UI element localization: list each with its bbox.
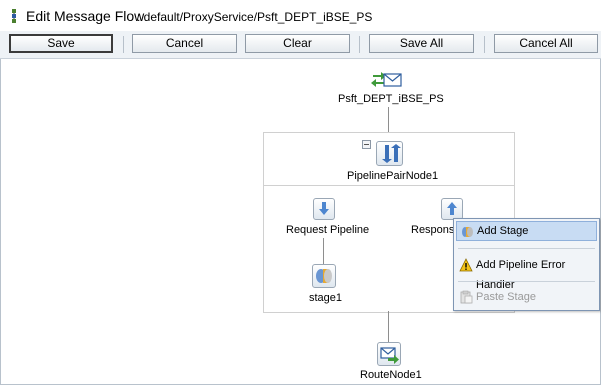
menu-separator — [458, 281, 595, 282]
cancel-button[interactable]: Cancel — [132, 34, 237, 53]
page-title: Edit Message Flow — [26, 8, 145, 24]
title-bar: Edit Message Flow : default/ProxyService… — [0, 0, 601, 32]
menu-item-add-pipeline-error-handler[interactable]: Add Pipeline Error Handler — [456, 255, 597, 291]
context-menu: Add Stage Add Pipeline Error Handler Pas… — [453, 218, 600, 311]
connector-line — [388, 311, 389, 342]
save-button[interactable]: Save — [9, 34, 113, 53]
pipeline-pair-label: PipelinePairNode1 — [347, 170, 439, 182]
stage-label: stage1 — [309, 292, 343, 304]
pipeline-pair-icon[interactable] — [376, 141, 403, 166]
save-all-button[interactable]: Save All — [369, 34, 474, 53]
menu-item-label: Add Stage — [477, 225, 529, 237]
toolbar-separator — [359, 36, 360, 53]
menu-item-paste-stage[interactable]: Paste Stage — [456, 287, 597, 307]
service-path: : default/ProxyService/Psft_DEPT_iBSE_PS — [137, 10, 373, 24]
connector-line — [323, 238, 324, 264]
cancel-all-button[interactable]: Cancel All — [494, 34, 598, 53]
request-pipeline-label: Request Pipeline — [286, 224, 370, 236]
toolbar-separator — [123, 36, 124, 53]
connector-line — [388, 107, 389, 132]
route-node-icon[interactable] — [377, 342, 401, 366]
menu-separator — [458, 248, 595, 249]
add-stage-icon — [462, 227, 473, 237]
warning-icon — [459, 258, 473, 272]
route-node-label: RouteNode1 — [360, 369, 422, 381]
paste-icon — [460, 290, 473, 304]
collapse-toggle-icon[interactable] — [362, 140, 371, 149]
request-pipeline-icon[interactable] — [313, 198, 335, 220]
menu-item-label: Paste Stage — [476, 291, 536, 303]
stage-icon[interactable] — [312, 264, 336, 288]
menu-item-add-stage[interactable]: Add Stage — [456, 221, 597, 241]
proxy-service-icon[interactable] — [371, 69, 403, 91]
toolbar: Save Cancel Clear Save All Cancel All — [0, 31, 601, 59]
clear-button[interactable]: Clear — [245, 34, 350, 53]
response-pipeline-icon[interactable] — [441, 198, 463, 220]
message-flow-icon — [9, 8, 19, 24]
toolbar-separator — [484, 36, 485, 53]
proxy-service-label: Psft_DEPT_iBSE_PS — [338, 93, 444, 105]
